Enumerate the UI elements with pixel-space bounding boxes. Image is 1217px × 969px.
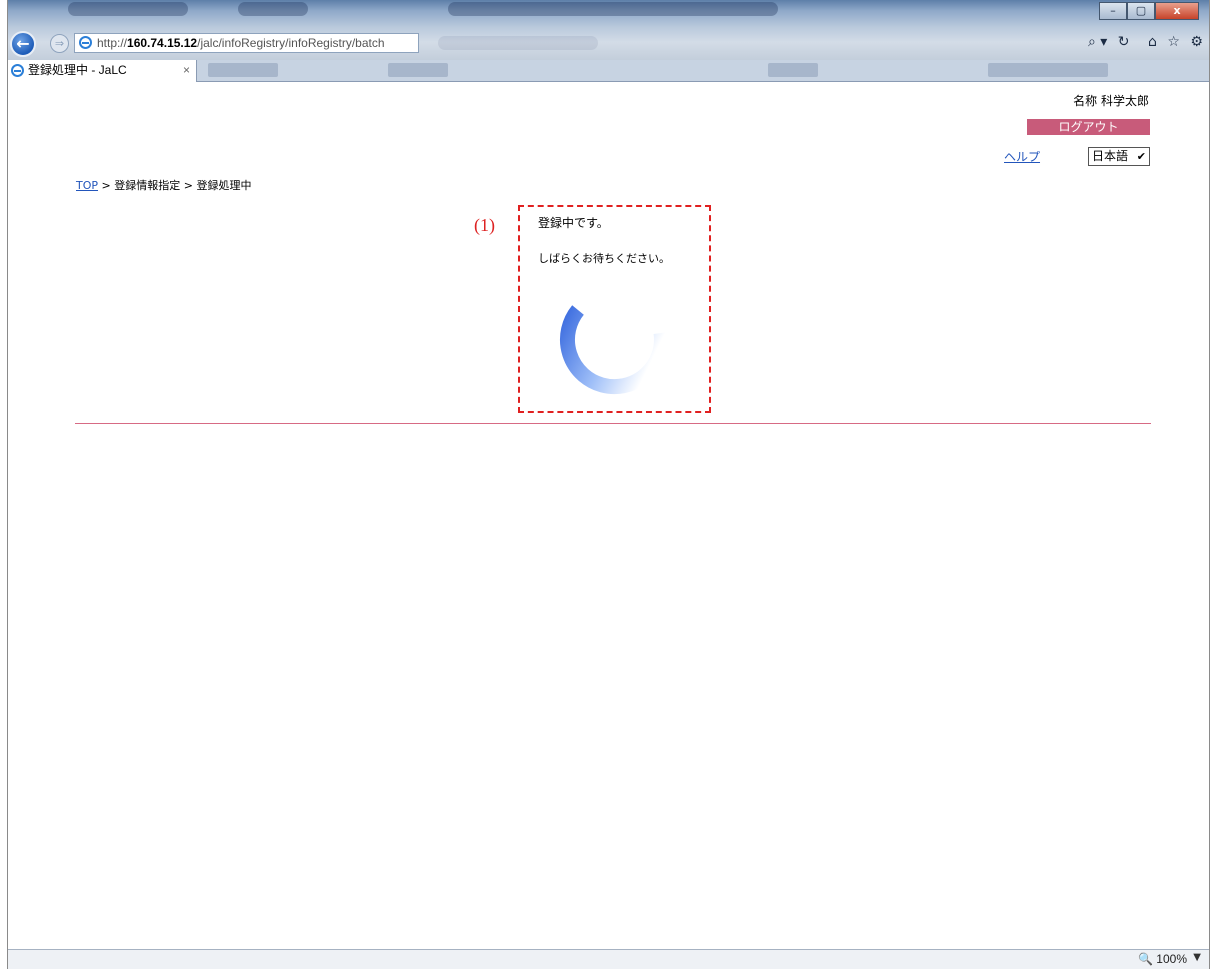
- zoom-value: 100%: [1156, 952, 1187, 966]
- search-icon[interactable]: ⌕ ▾: [1088, 34, 1107, 50]
- user-name: 名称 科学太郎: [1073, 94, 1149, 108]
- breadcrumb: TOP > 登録情報指定 > 登録処理中: [76, 177, 251, 193]
- breadcrumb-item-current: 登録処理中: [196, 179, 252, 192]
- address-bar[interactable]: http://160.74.15.12/jalc/infoRegistry/in…: [74, 33, 419, 53]
- forward-arrow-icon: ⇒: [54, 37, 65, 50]
- close-window-button[interactable]: x: [1155, 2, 1199, 20]
- maximize-button[interactable]: ▢: [1127, 2, 1155, 20]
- help-link[interactable]: ヘルプ: [1004, 148, 1040, 165]
- spinner-arc: [560, 305, 669, 395]
- loading-message: 登録中です。: [538, 216, 609, 230]
- refresh-icon[interactable]: ↻: [1118, 34, 1130, 50]
- url-host: 160.74.15.12: [127, 36, 198, 50]
- annotation-label: (1): [474, 215, 495, 235]
- home-icon[interactable]: ⌂: [1148, 34, 1157, 50]
- ie-tab-icon: [11, 64, 24, 77]
- chevron-down-icon: ✔: [1136, 150, 1146, 163]
- zoom-level[interactable]: 🔍 100%: [1138, 952, 1187, 966]
- browser-frame: [7, 0, 1210, 969]
- back-button[interactable]: ←: [10, 31, 36, 57]
- tab-blur: [438, 36, 598, 50]
- breadcrumb-item-registration-info: 登録情報指定: [114, 179, 181, 192]
- favorites-icon[interactable]: ☆: [1167, 34, 1180, 50]
- settings-icon[interactable]: ⚙: [1190, 34, 1203, 50]
- tab-bar: 登録処理中 - JaLC ×: [8, 60, 1209, 82]
- ie-page-icon: [79, 36, 92, 49]
- window-title-blur: [238, 2, 308, 16]
- breadcrumb-separator: >: [98, 179, 115, 192]
- status-bar: 🔍 100% ▼: [8, 949, 1209, 969]
- tab-title: 登録処理中 - JaLC: [28, 63, 127, 77]
- tab-close-icon[interactable]: ×: [183, 60, 190, 80]
- chevron-down-icon[interactable]: ▼: [1193, 952, 1201, 963]
- url-path: /jalc/infoRegistry/infoRegistry/batch: [197, 36, 385, 50]
- logout-button[interactable]: ログアウト: [1027, 119, 1150, 135]
- tab-ghost: [768, 63, 818, 77]
- breadcrumb-top-link[interactable]: TOP: [76, 179, 98, 192]
- window-title-blur: [448, 2, 778, 16]
- tab-ghost: [988, 63, 1108, 77]
- window-title-blur: [68, 2, 188, 16]
- wait-message: しばらくお待ちください。: [538, 252, 670, 265]
- forward-button[interactable]: ⇒: [50, 34, 69, 53]
- language-select[interactable]: 日本語 ✔: [1088, 147, 1150, 166]
- back-arrow-icon: ←: [16, 34, 30, 53]
- browser-tools: ⌕ ▾ ↻ ⌂ ☆ ⚙: [1088, 34, 1209, 50]
- tab-ghost: [388, 63, 448, 77]
- language-selected-value: 日本語: [1092, 149, 1129, 163]
- breadcrumb-separator: >: [180, 179, 197, 192]
- content-divider: [75, 423, 1151, 424]
- window-controls: – ▢ x: [1099, 2, 1199, 20]
- minimize-button[interactable]: –: [1099, 2, 1127, 20]
- url-scheme: http://: [97, 36, 128, 50]
- tab-active[interactable]: 登録処理中 - JaLC ×: [8, 60, 197, 82]
- tab-ghost: [208, 63, 278, 77]
- loading-spinner-icon: [560, 305, 669, 395]
